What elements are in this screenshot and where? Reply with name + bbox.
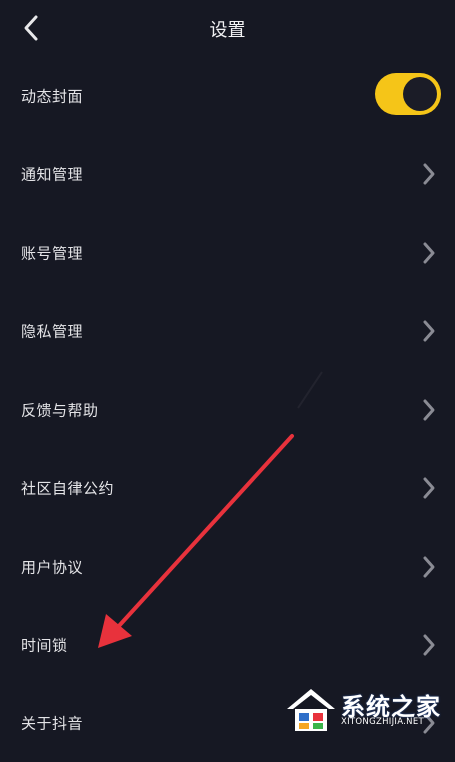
chevron-right-icon [423,556,435,578]
toggle-knob [403,77,437,111]
chevron-right-icon [423,242,435,264]
chevron-right-icon [423,399,435,421]
settings-row-user-agreement[interactable]: 用户协议 [0,528,455,606]
settings-row-time-lock[interactable]: 时间锁 [0,606,455,684]
chevron-right-icon [423,634,435,656]
settings-row-label: 通知管理 [21,165,84,184]
chevron-right-icon [423,320,435,342]
settings-row-notifications[interactable]: 通知管理 [0,135,455,213]
settings-row-community[interactable]: 社区自律公约 [0,449,455,527]
settings-row-label: 隐私管理 [21,322,84,341]
settings-row-privacy[interactable]: 隐私管理 [0,292,455,370]
chevron-right-icon [423,477,435,499]
settings-row-account[interactable]: 账号管理 [0,214,455,292]
watermark-url: XITONGZHIJIA.NET [341,717,424,727]
house-logo-icon [287,689,335,731]
settings-row-label: 账号管理 [21,244,84,263]
settings-row-label: 关于抖音 [21,714,84,733]
settings-row-label: 反馈与帮助 [21,401,99,420]
settings-row-label: 时间锁 [21,636,68,655]
settings-row-label: 用户协议 [21,558,84,577]
settings-row-label: 动态封面 [21,87,84,106]
settings-row-label: 社区自律公约 [21,479,115,498]
chevron-right-icon [423,163,435,185]
header-bar: 设置 [0,0,455,56]
watermark-logo: 系统之家 XITONGZHIJIA.NET [283,683,453,735]
page-title: 设置 [209,20,246,41]
dynamic-cover-toggle[interactable] [375,73,441,115]
settings-row-feedback[interactable]: 反馈与帮助 [0,371,455,449]
